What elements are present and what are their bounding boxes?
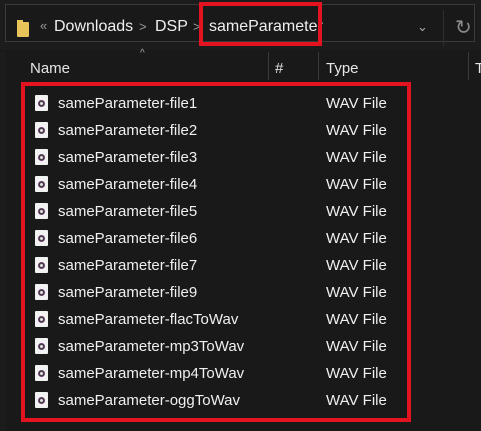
folder-icon bbox=[17, 20, 29, 37]
column-divider[interactable] bbox=[468, 52, 469, 80]
breadcrumb-downloads[interactable]: Downloads bbox=[54, 18, 133, 36]
navigation-pane-edge bbox=[0, 52, 6, 431]
overflow-chevrons-icon[interactable]: « bbox=[40, 18, 47, 33]
column-header-truncated[interactable]: T bbox=[475, 60, 481, 77]
column-header-type[interactable]: Type bbox=[326, 60, 359, 77]
column-divider[interactable] bbox=[268, 52, 269, 80]
highlight-box-files bbox=[21, 82, 411, 422]
divider bbox=[443, 10, 444, 46]
breadcrumb-separator-icon[interactable]: > bbox=[139, 19, 147, 34]
breadcrumb-dsp[interactable]: DSP bbox=[155, 18, 188, 36]
column-header-row: ^ Name # Type T bbox=[0, 48, 481, 82]
column-divider[interactable] bbox=[318, 52, 319, 80]
sort-ascending-icon: ^ bbox=[140, 48, 145, 59]
refresh-icon[interactable]: ↻ bbox=[455, 15, 472, 40]
highlight-box-folder bbox=[199, 2, 322, 46]
column-header-name[interactable]: Name bbox=[30, 60, 70, 77]
chevron-down-icon[interactable]: ⌄ bbox=[417, 19, 428, 35]
column-header-number[interactable]: # bbox=[275, 60, 283, 77]
